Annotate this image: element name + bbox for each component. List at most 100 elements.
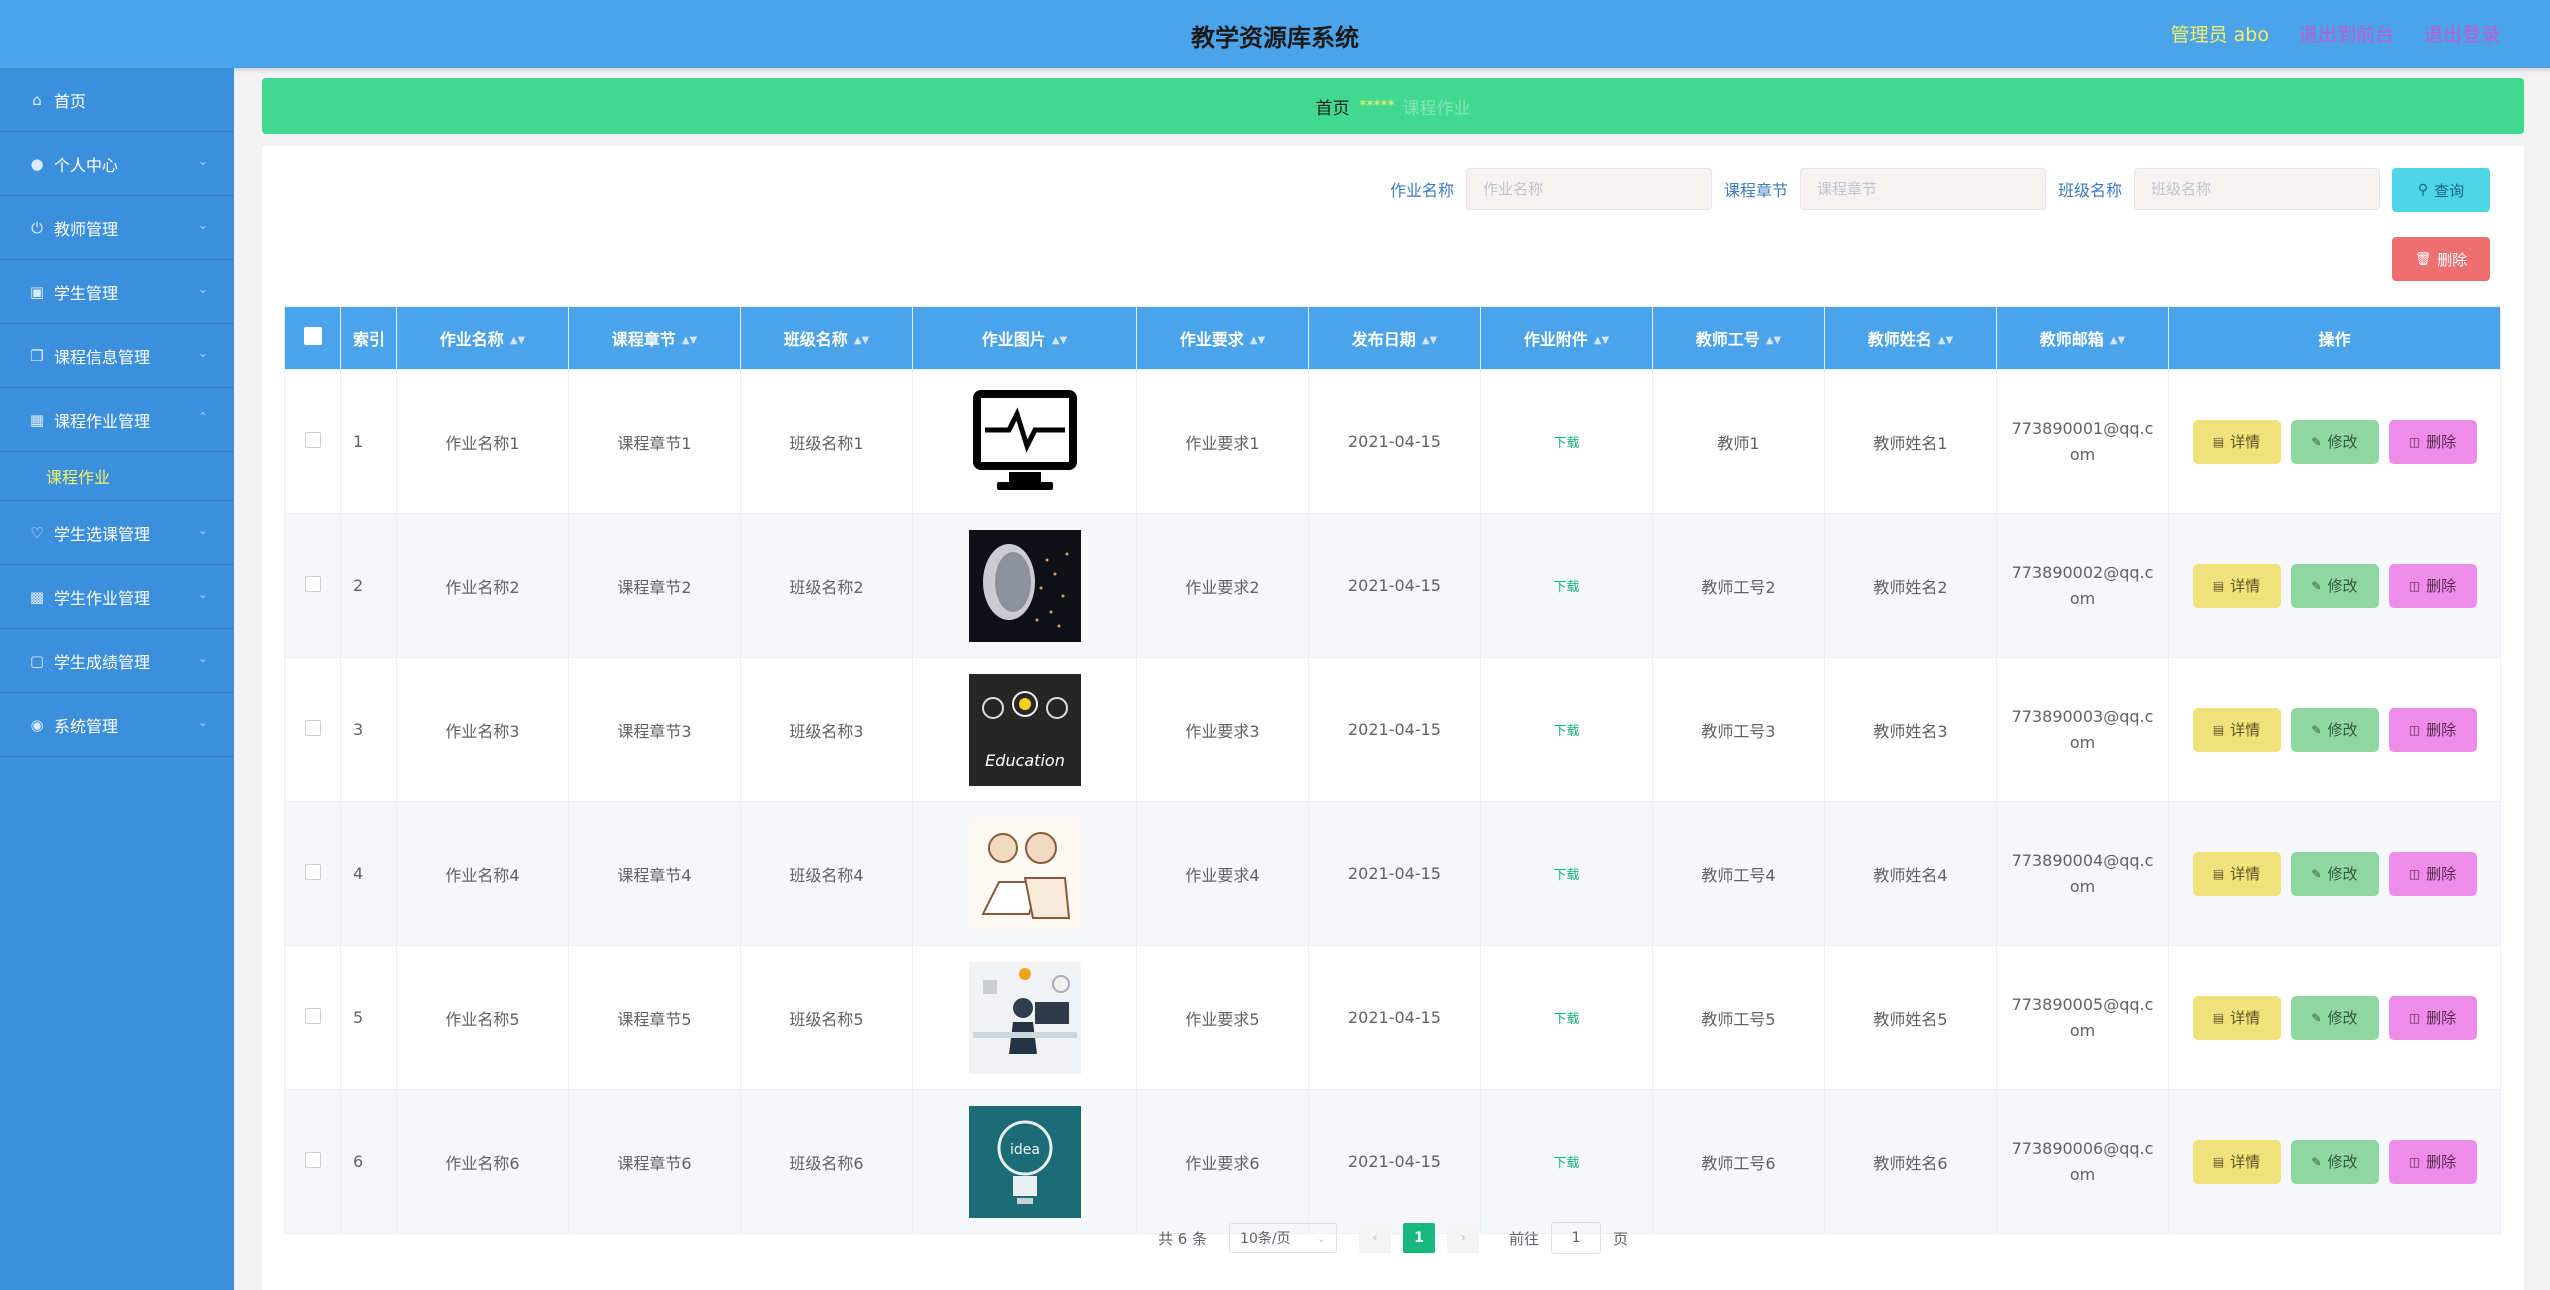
- breadcrumb-home[interactable]: 首页: [1316, 94, 1350, 119]
- sidebar-item-label: 首页: [54, 91, 87, 111]
- delete-button[interactable]: ◫ 删除: [2388, 419, 2477, 464]
- cell-image: [912, 369, 1137, 514]
- chapter-input[interactable]: 课程章节: [1800, 168, 2047, 210]
- cell-index: 3: [340, 657, 397, 802]
- delete-button[interactable]: ◫ 删除: [2388, 851, 2477, 896]
- col-teacher-name[interactable]: 教师姓名 ▲▼: [1824, 306, 1997, 370]
- sidebar-item-student-homework[interactable]: ▩ 学生作业管理 ⌄: [0, 565, 234, 629]
- prev-page-button[interactable]: ‹: [1359, 1223, 1392, 1253]
- row-checkbox[interactable]: [284, 513, 341, 658]
- cell-requirement: 作业要求5: [1136, 945, 1309, 1090]
- delete-button[interactable]: ◫ 删除: [2388, 1139, 2477, 1184]
- delete-button[interactable]: ◫ 删除: [2388, 707, 2477, 752]
- search-field-name: 作业名称 作业名称: [1390, 168, 1713, 210]
- page-number-current[interactable]: 1: [1403, 1223, 1436, 1253]
- download-link[interactable]: 下载: [1553, 868, 1579, 883]
- detail-button[interactable]: ▤ 详情: [2192, 1139, 2281, 1184]
- sidebar-item-course-homework[interactable]: ▦ 课程作业管理 ⌃: [0, 388, 234, 452]
- homework-name-input[interactable]: 作业名称: [1466, 168, 1713, 210]
- delete-button[interactable]: ◫ 删除: [2388, 563, 2477, 608]
- cell-index: 4: [340, 801, 397, 946]
- detail-button[interactable]: ▤ 详情: [2192, 563, 2281, 608]
- sidebar-item-students[interactable]: ▣ 学生管理 ⌄: [0, 260, 234, 324]
- cell-name: 作业名称3: [396, 657, 569, 802]
- homework-image[interactable]: [968, 385, 1081, 498]
- edit-button[interactable]: ✎ 修改: [2290, 563, 2379, 608]
- trash-icon: ◫: [2408, 1010, 2421, 1025]
- chevron-down-icon: ⌄: [197, 715, 208, 729]
- sidebar-item-personal-center[interactable]: ● 个人中心 ⌄: [0, 132, 234, 196]
- homework-image[interactable]: Education: [968, 673, 1081, 786]
- sidebar-item-course-info[interactable]: ❐ 课程信息管理 ⌄: [0, 324, 234, 388]
- download-link[interactable]: 下载: [1553, 1156, 1579, 1171]
- page-size-select[interactable]: 10条/页 ⌄: [1229, 1223, 1338, 1253]
- edit-button[interactable]: ✎ 修改: [2290, 1139, 2379, 1184]
- search-field-class: 班级名称 班级名称: [2058, 168, 2381, 210]
- homework-image[interactable]: [968, 961, 1081, 1074]
- detail-button[interactable]: ▤ 详情: [2192, 707, 2281, 752]
- download-link[interactable]: 下载: [1553, 1012, 1579, 1027]
- row-checkbox[interactable]: [284, 657, 341, 802]
- detail-button[interactable]: ▤ 详情: [2192, 851, 2281, 896]
- col-requirement[interactable]: 作业要求 ▲▼: [1136, 306, 1309, 370]
- next-page-button[interactable]: ›: [1447, 1223, 1480, 1253]
- cell-teacher-email: 773890003@qq.com: [1996, 657, 2169, 802]
- homework-image[interactable]: idea: [968, 1105, 1081, 1218]
- col-image[interactable]: 作业图片 ▲▼: [912, 306, 1137, 370]
- col-teacher-id[interactable]: 教师工号 ▲▼: [1652, 306, 1825, 370]
- sidebar-item-system[interactable]: ◉ 系统管理 ⌄: [0, 693, 234, 757]
- edit-button[interactable]: ✎ 修改: [2290, 707, 2379, 752]
- exit-to-front-link[interactable]: 退出到前台: [2299, 20, 2394, 47]
- detail-button[interactable]: ▤ 详情: [2192, 419, 2281, 464]
- class-name-input[interactable]: 班级名称: [2134, 168, 2381, 210]
- download-link[interactable]: 下载: [1553, 724, 1579, 739]
- cell-class: 班级名称2: [740, 513, 913, 658]
- admin-label: 管理员 abo: [2170, 24, 2269, 46]
- cell-teacher-id: 教师工号6: [1652, 1089, 1825, 1234]
- cell-teacher-name: 教师姓名5: [1824, 945, 1997, 1090]
- cell-requirement: 作业要求6: [1136, 1089, 1309, 1234]
- delete-button[interactable]: ◫ 删除: [2388, 995, 2477, 1040]
- document-icon: ▤: [2212, 434, 2225, 449]
- breadcrumb-current: 课程作业: [1402, 98, 1471, 119]
- cell-teacher-email: 773890006@qq.com: [1996, 1089, 2169, 1234]
- row-checkbox[interactable]: [284, 945, 341, 1090]
- homework-image[interactable]: [968, 529, 1081, 642]
- col-teacher-email[interactable]: 教师邮箱 ▲▼: [1996, 306, 2169, 370]
- cell-ops: ▤ 详情 ✎ 修改 ◫ 删除: [2168, 369, 2501, 514]
- goto-page-input[interactable]: 1: [1551, 1222, 1602, 1254]
- sidebar-item-home[interactable]: ⌂ 首页: [0, 68, 234, 132]
- cell-requirement: 作业要求3: [1136, 657, 1309, 802]
- detail-button[interactable]: ▤ 详情: [2192, 995, 2281, 1040]
- sidebar-item-grades[interactable]: ▢ 学生成绩管理 ⌄: [0, 629, 234, 693]
- cell-teacher-name: 教师姓名4: [1824, 801, 1997, 946]
- row-checkbox[interactable]: [284, 1089, 341, 1234]
- edit-button[interactable]: ✎ 修改: [2290, 419, 2379, 464]
- col-chapter[interactable]: 课程章节 ▲▼: [568, 306, 741, 370]
- cell-name: 作业名称5: [396, 945, 569, 1090]
- col-date[interactable]: 发布日期 ▲▼: [1308, 306, 1481, 370]
- select-all-checkbox[interactable]: [284, 306, 341, 370]
- cell-teacher-id: 教师工号3: [1652, 657, 1825, 802]
- row-checkbox[interactable]: [284, 801, 341, 946]
- col-class[interactable]: 班级名称 ▲▼: [740, 306, 913, 370]
- sidebar-item-course-selection[interactable]: ♡ 学生选课管理 ⌄: [0, 501, 234, 565]
- home-icon: ⌂: [32, 90, 42, 109]
- col-attachment[interactable]: 作业附件 ▲▼: [1480, 306, 1653, 370]
- query-button[interactable]: ⚲ 查询: [2392, 168, 2490, 212]
- download-link[interactable]: 下载: [1553, 580, 1579, 595]
- homework-image[interactable]: [968, 817, 1081, 930]
- search-icon: ⚲: [2417, 182, 2429, 198]
- download-link[interactable]: 下载: [1553, 436, 1579, 451]
- row-checkbox[interactable]: [284, 369, 341, 514]
- col-name[interactable]: 作业名称 ▲▼: [396, 306, 569, 370]
- edit-button[interactable]: ✎ 修改: [2290, 851, 2379, 896]
- table-row: 6 作业名称6 课程章节6 班级名称6 idea 作业要求6 2021-04-15 下载 教师工…: [284, 1089, 2501, 1234]
- edit-button[interactable]: ✎ 修改: [2290, 995, 2379, 1040]
- teacher-email: 773890001@qq.com: [2011, 418, 2154, 464]
- cell-name: 作业名称2: [396, 513, 569, 658]
- batch-delete-button[interactable]: 🗑 删除: [2392, 237, 2490, 281]
- sidebar-item-teachers[interactable]: ⏻ 教师管理 ⌄: [0, 196, 234, 260]
- sidebar-subitem-course-homework[interactable]: 课程作业: [0, 452, 234, 501]
- logout-link[interactable]: 退出登录: [2424, 20, 2500, 47]
